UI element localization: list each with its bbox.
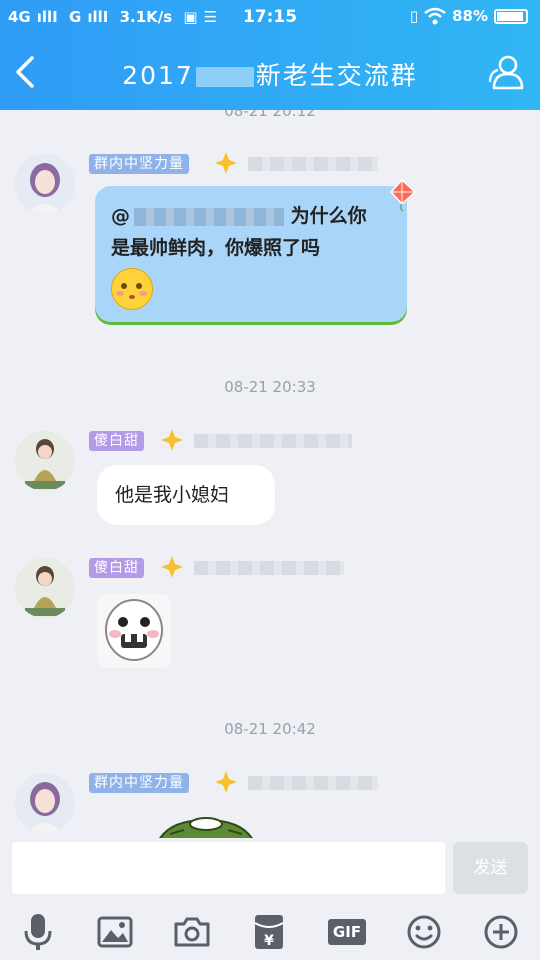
page-title: 2017 新老生交流群 — [0, 56, 540, 92]
mention-redacted — [134, 207, 284, 226]
star-badge-icon — [161, 429, 183, 451]
message-input[interactable] — [12, 842, 445, 894]
grinning-face-sticker-icon — [105, 599, 163, 661]
voice-button[interactable] — [18, 912, 58, 952]
member-tag: 傻白甜 — [89, 558, 144, 578]
image-button[interactable] — [95, 912, 135, 952]
message-text: @ 为什么你 是最帅鲜肉，你爆照了吗 — [111, 200, 391, 264]
timestamp: 08-21 20:33 — [224, 378, 316, 396]
avatar-boy-icon — [15, 431, 75, 491]
message-line2: 是最帅鲜肉，你爆照了吗 — [111, 237, 321, 259]
sender-name-redacted — [194, 434, 352, 448]
avatar[interactable] — [15, 154, 75, 214]
group-members-button[interactable] — [486, 52, 526, 92]
sender-name-redacted — [248, 157, 378, 171]
more-button[interactable] — [481, 912, 521, 952]
member-tag: 傻白甜 — [89, 431, 144, 451]
avatar[interactable] — [15, 773, 75, 833]
red-packet-button[interactable]: ¥ — [249, 912, 289, 952]
sender-name-redacted — [194, 561, 344, 575]
timestamp: 08-21 20:42 — [224, 720, 316, 738]
input-bar: 发送 ¥ GIF — [0, 838, 540, 960]
battery-icon — [494, 8, 528, 24]
sticker-message[interactable] — [150, 814, 262, 838]
green-frog-sticker-icon — [159, 817, 253, 838]
title-prefix: 2017 — [122, 61, 194, 90]
member-tag: 群内中坚力量 — [89, 154, 189, 174]
emoji-button[interactable] — [404, 912, 444, 952]
smiley-icon — [407, 915, 441, 949]
gif-label: GIF — [327, 919, 367, 945]
camera-button[interactable] — [172, 912, 212, 952]
svg-text:¥: ¥ — [264, 933, 274, 949]
status-bar: 4G ıllI GıllI 3.1K/s ▣ ☰ 17:15 ▯ 88% — [0, 0, 540, 36]
chat-area[interactable]: 08-21 20:12 群内中坚力量 @ 为什么你 是最帅鲜肉，你爆照了吗 08… — [0, 110, 540, 838]
message-text: 他是我小媳妇 — [115, 484, 230, 506]
message-line1: 为什么你 — [290, 205, 367, 227]
vibrate-icon: ▯ — [409, 7, 419, 25]
star-badge-icon — [161, 556, 183, 578]
plus-icon — [484, 915, 518, 949]
star-badge-icon — [215, 152, 237, 174]
wifi-icon — [424, 7, 446, 25]
kite-icon — [389, 178, 417, 212]
avatar-boy-icon — [15, 558, 75, 618]
microphone-icon — [24, 914, 52, 950]
sender-name-redacted — [248, 776, 378, 790]
avatar-girl-icon — [15, 154, 75, 214]
message-bubble[interactable]: 他是我小媳妇 — [97, 465, 275, 525]
avatar-girl-icon — [15, 773, 75, 833]
camera-icon — [174, 917, 210, 947]
title-suffix: 新老生交流群 — [255, 61, 418, 90]
title-bar: 4G ıllI GıllI 3.1K/s ▣ ☰ 17:15 ▯ 88% 2017 新… — [0, 0, 540, 110]
image-icon — [97, 916, 133, 948]
avatar[interactable] — [15, 558, 75, 618]
member-tag: 群内中坚力量 — [89, 773, 189, 793]
message-bubble[interactable]: @ 为什么你 是最帅鲜肉，你爆照了吗 — [95, 178, 417, 322]
sticker-message[interactable] — [97, 594, 171, 668]
battery-percent: 88% — [452, 7, 488, 25]
star-badge-icon — [215, 771, 237, 793]
title-redacted — [195, 67, 254, 87]
shy-emoji-icon — [111, 268, 153, 310]
mention-at: @ — [111, 205, 130, 227]
timestamp-partial: 08-21 20:12 — [224, 110, 316, 120]
status-right: ▯ 88% — [410, 7, 528, 25]
avatar[interactable] — [15, 431, 75, 491]
gif-button[interactable]: GIF — [327, 912, 367, 952]
send-button[interactable]: 发送 — [453, 842, 528, 894]
red-packet-icon: ¥ — [254, 915, 284, 949]
